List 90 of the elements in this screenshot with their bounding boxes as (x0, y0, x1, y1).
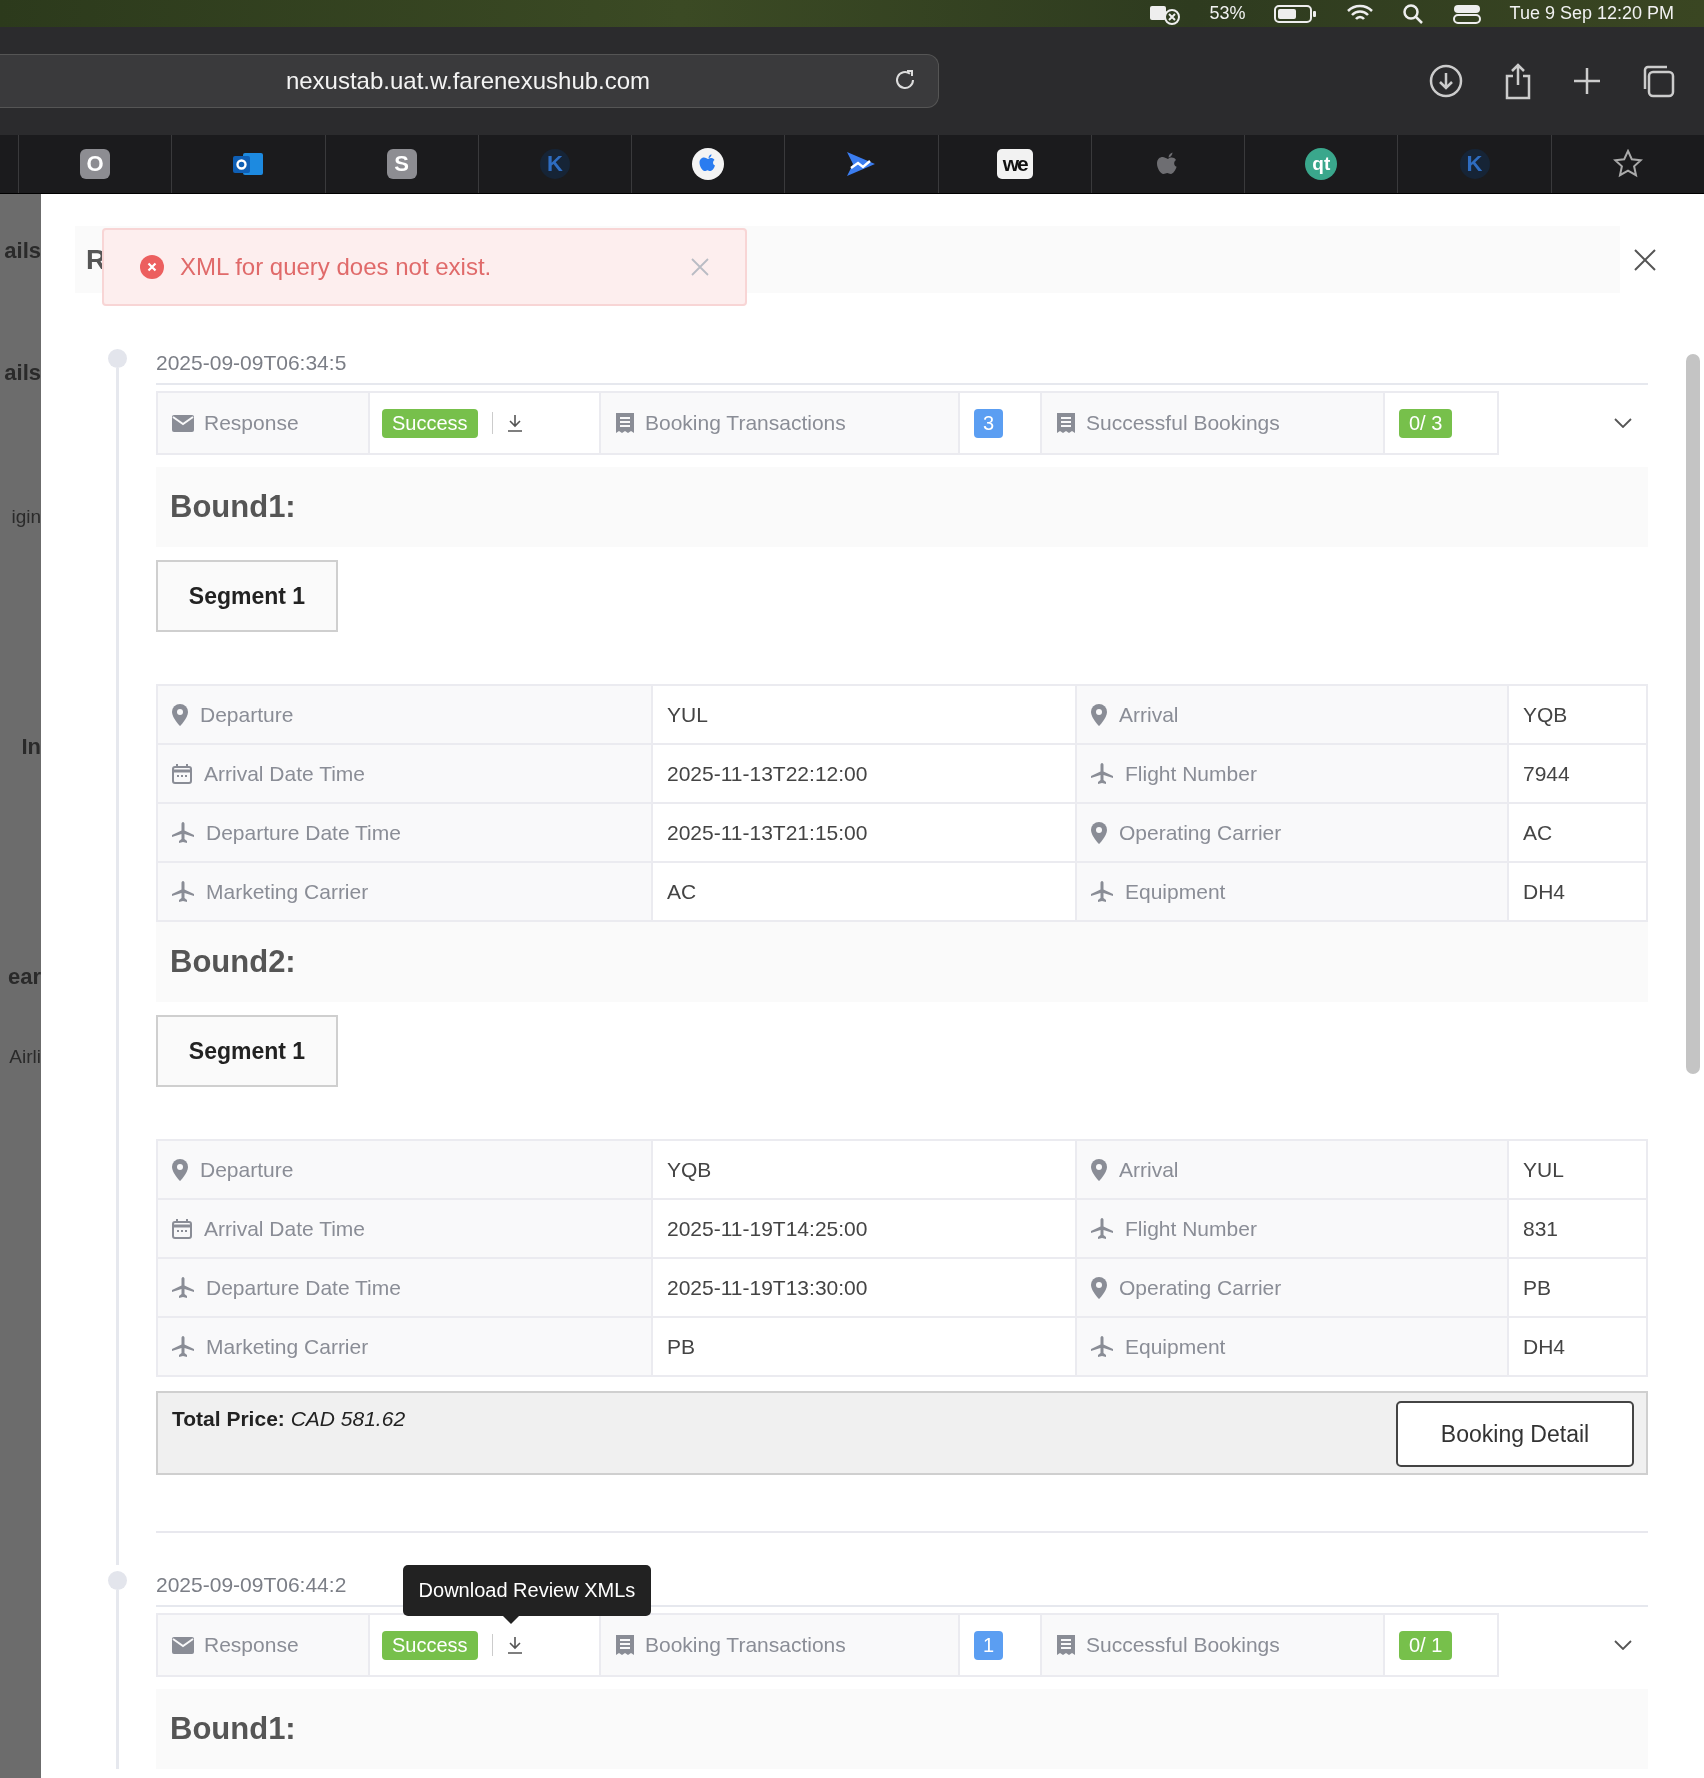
status-badge: Success (382, 1630, 478, 1660)
table-cell: DH4 (1509, 1318, 1648, 1377)
location-pin-icon (1091, 703, 1107, 726)
field-label: Flight Number (1125, 1216, 1257, 1241)
field-label: Departure (200, 1157, 294, 1182)
section-heading: ear (7, 964, 41, 990)
total-price: Total Price: CAD 581.62 (172, 1407, 406, 1431)
count-badge: 0/ 1 (1399, 1630, 1453, 1660)
scrollbar[interactable] (1686, 354, 1700, 1074)
section-heading: ails (4, 360, 41, 386)
field-label: Airli (9, 1046, 41, 1068)
star-icon[interactable] (1612, 149, 1643, 179)
field-label: Operating Carrier (1119, 820, 1282, 845)
field-label: Arrival Date Time (204, 1216, 366, 1241)
close-icon[interactable] (1633, 248, 1657, 272)
envelope-icon (172, 1636, 194, 1654)
calendar-icon (172, 1218, 192, 1239)
receipt-icon (615, 412, 635, 434)
summary-label: Booking Transactions (645, 1633, 846, 1657)
table-cell: PB (1509, 1259, 1648, 1318)
location-pin-icon (1091, 1158, 1107, 1181)
download-icon[interactable] (506, 1636, 523, 1654)
status-badge: Success (382, 408, 478, 438)
table-cell: AC (1509, 804, 1648, 863)
field-label: Arrival (1119, 702, 1179, 727)
chevron-down-icon[interactable] (1614, 1640, 1632, 1650)
field-label: Flight Number (1125, 761, 1257, 786)
summary-label: Response (204, 1633, 299, 1657)
field-label: Marketing Carrier (206, 1334, 369, 1359)
timestamp: 2025-09-09T06:34:5 (156, 343, 1648, 385)
field-label: Departure (200, 702, 294, 727)
segment-tab[interactable]: Segment 1 (156, 560, 338, 632)
airplane-icon (1091, 880, 1113, 903)
airplane-icon (172, 821, 194, 844)
table-cell: YQB (1509, 686, 1648, 745)
envelope-icon (172, 414, 194, 432)
new-tab-icon[interactable] (1572, 66, 1602, 96)
booking-detail-button[interactable]: Booking Detail (1396, 1401, 1634, 1467)
receipt-icon (615, 1634, 635, 1656)
location-pin-icon (1091, 1276, 1107, 1299)
tooltip-arrow (501, 1615, 520, 1624)
bookmark-icon[interactable]: we (996, 149, 1033, 179)
section-heading: In (21, 734, 41, 760)
field-label: Marketing Carrier (206, 879, 369, 904)
summary-label: Booking Transactions (645, 411, 846, 435)
field-label: Equipment (1125, 879, 1226, 904)
toggle-icon[interactable] (1451, 2, 1482, 25)
airplane-icon (172, 1335, 194, 1358)
download-icon[interactable] (506, 414, 523, 432)
airplane-icon (1091, 1217, 1113, 1240)
field-label: Departure Date Time (206, 820, 401, 845)
segment-tab[interactable]: Segment 1 (156, 1015, 338, 1087)
calendar-icon (172, 763, 192, 784)
table-cell: YUL (1509, 1141, 1648, 1200)
field-label: Equipment (1125, 1334, 1226, 1359)
battery-icon[interactable] (1273, 3, 1318, 24)
address-bar[interactable]: nexustab.uat.w.farenexushub.com (0, 54, 939, 108)
count-badge: 0/ 3 (1399, 408, 1453, 438)
summary-label: Successful Bookings (1086, 1633, 1280, 1657)
location-pin-icon (172, 703, 188, 726)
receipt-icon (1056, 1634, 1076, 1656)
field-label: Arrival (1119, 1157, 1179, 1182)
apple-icon[interactable] (691, 147, 726, 181)
location-pin-icon (1091, 821, 1107, 844)
section-heading: ails (4, 238, 41, 264)
receipt-icon (1056, 412, 1076, 434)
summary-label: Successful Bookings (1086, 411, 1280, 435)
error-icon (140, 255, 164, 279)
bound-title: Bound2: (170, 944, 296, 980)
field-label: igin (11, 506, 41, 528)
search-icon[interactable] (1401, 2, 1424, 25)
battery-percent: 53% (1209, 3, 1246, 24)
count-badge: 3 (974, 408, 1004, 438)
airplane-icon (172, 880, 194, 903)
location-pin-icon (172, 1158, 188, 1181)
clock[interactable]: Tue 9 Sep 12:20 PM (1509, 3, 1674, 24)
count-badge: 1 (974, 1630, 1004, 1660)
field-label: Arrival Date Time (204, 761, 366, 786)
field-label: Operating Carrier (1119, 1275, 1282, 1300)
bound-title: Bound1: (170, 1711, 296, 1747)
summary-label: Response (204, 411, 299, 435)
chevron-down-icon[interactable] (1614, 418, 1632, 428)
airplane-icon (1091, 1335, 1113, 1358)
error-message: XML for query does not exist. (180, 253, 493, 281)
field-label: Departure Date Time (206, 1275, 401, 1300)
bound-title: Bound1: (170, 489, 296, 525)
airplane-icon (1091, 762, 1113, 785)
table-cell: 831 (1509, 1200, 1648, 1259)
table-cell: 7944 (1509, 745, 1648, 804)
airplane-icon (172, 1276, 194, 1299)
